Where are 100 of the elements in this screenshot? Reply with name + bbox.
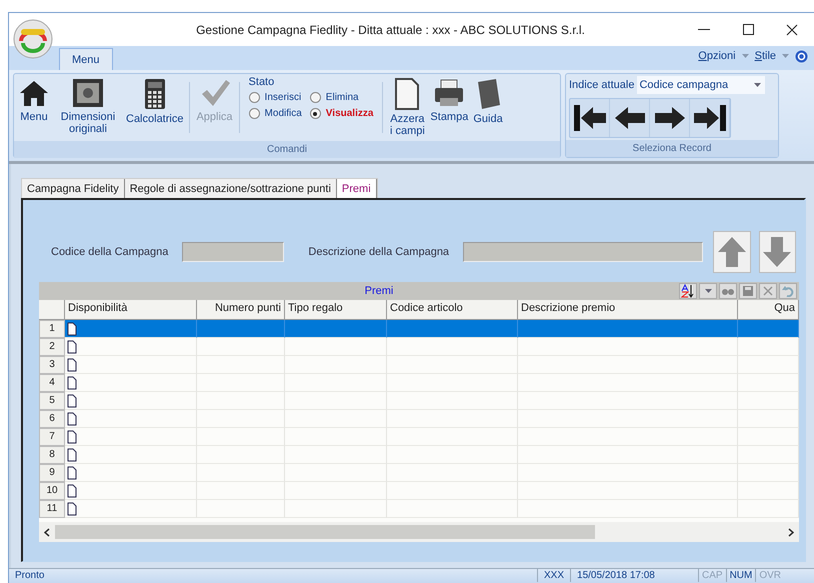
caret-icon — [782, 54, 789, 58]
row-number[interactable]: 8 — [39, 446, 65, 464]
calculator-icon — [144, 78, 166, 110]
sort-az-icon — [681, 284, 695, 298]
radio-option[interactable]: Visualizza — [310, 108, 374, 119]
right-arrow-icon — [654, 106, 686, 130]
table-cell — [738, 428, 799, 446]
save-button[interactable] — [739, 283, 757, 299]
column-header[interactable]: Descrizione premio — [518, 300, 738, 320]
row-number[interactable]: 5 — [39, 392, 65, 410]
grid-title: Premi — [364, 285, 394, 297]
minimize-icon — [698, 28, 710, 30]
column-header[interactable]: Codice articolo — [387, 300, 518, 320]
ribbon-button[interactable]: Azzera i campi — [388, 76, 426, 139]
column-header[interactable]: Disponibilità — [65, 300, 197, 320]
up-arrow-icon — [716, 236, 747, 268]
row-number[interactable]: 2 — [39, 338, 65, 356]
ribbon-tab[interactable]: Menu — [59, 48, 113, 70]
column-header[interactable]: Numero punti — [197, 300, 285, 320]
header-corner — [39, 300, 65, 320]
document-icon — [67, 466, 77, 480]
delete-button[interactable] — [759, 283, 777, 299]
table-cell — [738, 446, 799, 464]
row-number[interactable]: 4 — [39, 374, 65, 392]
row-number[interactable]: 10 — [39, 482, 65, 500]
caret-icon — [754, 83, 762, 87]
key-indicator: CAP — [698, 569, 726, 582]
document-icon — [67, 430, 77, 444]
dropdown-button[interactable] — [699, 283, 717, 299]
down-arrow-icon — [762, 236, 792, 268]
document-icon — [67, 394, 77, 408]
chevron-right-icon — [788, 528, 794, 536]
document-icon — [67, 358, 77, 372]
row-number[interactable]: 9 — [39, 464, 65, 482]
field-label: Codice della Campagna — [51, 246, 168, 258]
caret-icon — [704, 289, 712, 293]
sort-button[interactable] — [679, 283, 697, 299]
menu-link[interactable]: Opzioni — [698, 50, 736, 62]
table-cell — [738, 374, 799, 392]
document-icon — [67, 502, 77, 516]
radio-option[interactable]: Modifica — [248, 108, 302, 119]
input-field[interactable] — [463, 242, 704, 262]
ribbon-button[interactable]: Menu — [17, 76, 51, 125]
group-title: Stato — [248, 76, 276, 88]
move-up-button[interactable] — [713, 231, 751, 273]
document-icon — [67, 484, 77, 498]
menu-link[interactable]: Stile — [754, 50, 776, 62]
field-label: Descrizione della Campagna — [308, 246, 450, 258]
index-label: Indice attuale — [569, 79, 634, 91]
save-icon — [742, 285, 754, 297]
ribbon-button[interactable]: Calcolatrice — [125, 76, 184, 127]
close-icon — [786, 24, 798, 36]
table-cell — [738, 392, 799, 410]
document-icon — [67, 340, 77, 354]
ribbon-button[interactable]: Guida — [472, 76, 504, 127]
chevron-left-icon — [44, 528, 50, 536]
document-icon — [67, 412, 77, 426]
key-indicator: OVR — [755, 569, 784, 582]
help-icon[interactable] — [795, 50, 808, 62]
last-record-icon — [692, 104, 726, 132]
first-record-icon — [572, 104, 606, 132]
undo-button[interactable] — [779, 283, 797, 299]
table-cell — [738, 482, 799, 500]
index-dropdown[interactable]: Codice campagna — [637, 76, 766, 94]
radio-option[interactable]: Inserisci — [248, 92, 302, 103]
table-cell — [738, 500, 799, 518]
maximize-icon — [742, 24, 754, 35]
table-cell — [738, 320, 799, 338]
column-header[interactable]: Tipo regalo — [285, 300, 387, 320]
row-number[interactable]: 6 — [39, 410, 65, 428]
move-down-button[interactable] — [758, 231, 796, 273]
status-user: XXX — [537, 569, 570, 582]
column-header[interactable]: Qua — [738, 300, 799, 320]
page-icon — [394, 78, 420, 110]
group-caption: Seleziona Record — [566, 140, 778, 157]
tab[interactable]: Regole di assegnazione/sottrazione punti — [124, 179, 337, 198]
row-number[interactable]: 7 — [39, 428, 65, 446]
table-cell — [738, 464, 799, 482]
status-message: Pronto — [14, 569, 46, 582]
status-datetime: 15/05/2018 17:08 — [570, 569, 698, 582]
tab[interactable]: Campagna Fidelity — [22, 179, 125, 198]
ribbon-button[interactable]: Stampa — [429, 76, 470, 125]
row-number[interactable]: 3 — [39, 356, 65, 374]
table-cell — [738, 338, 799, 356]
left-arrow-icon — [614, 106, 646, 130]
ribbon-button[interactable]: Dimensioni originali — [54, 76, 122, 137]
selected-row[interactable]: 1 — [39, 320, 799, 338]
input-field[interactable] — [182, 242, 284, 262]
scrollbar-thumb[interactable] — [55, 525, 595, 539]
printer-icon — [433, 78, 466, 108]
table-cell — [738, 356, 799, 374]
document-icon — [67, 448, 77, 462]
find-button[interactable] — [719, 283, 737, 299]
document-icon — [67, 376, 77, 390]
key-indicator: NUM — [726, 569, 756, 582]
radio-option[interactable]: Elimina — [310, 92, 374, 103]
frame-icon — [72, 78, 104, 108]
row-number[interactable]: 1 — [39, 320, 65, 338]
binoculars-icon — [722, 286, 734, 296]
row-number[interactable]: 11 — [39, 500, 65, 518]
